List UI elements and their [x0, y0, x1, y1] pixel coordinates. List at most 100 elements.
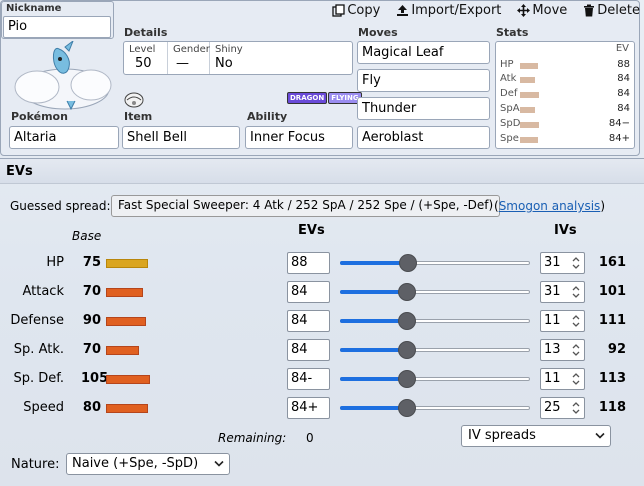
ev-input[interactable]: 84- — [287, 368, 330, 390]
stat-bar — [520, 77, 535, 83]
import-export-button[interactable]: Import/Export — [396, 1, 501, 19]
level-value: 50 — [135, 56, 152, 71]
base-stat-value: 75 — [82, 255, 101, 270]
delete-label: Delete — [597, 2, 640, 18]
stat-total: 101 — [598, 284, 626, 299]
smogon-analysis-link[interactable]: Smogon analysis — [499, 199, 601, 213]
base-header: Base — [72, 229, 102, 243]
ev-input[interactable]: 84+ — [287, 397, 330, 419]
stat-bar — [520, 92, 539, 98]
stat-bar — [520, 122, 539, 128]
item-label: Item — [124, 110, 153, 123]
stat-name: Sp. Def. — [13, 371, 64, 386]
base-stat-value: 105 — [81, 371, 109, 386]
ev-slider-thumb[interactable] — [398, 399, 416, 417]
set-panel: Nickname Pio Details Level 50 Gender — S… — [0, 0, 640, 156]
stat-ev: 84− — [608, 118, 630, 129]
item-input[interactable]: Shell Bell — [122, 126, 240, 149]
remaining-label: Remaining: — [218, 431, 287, 445]
move-input-2[interactable]: Fly — [357, 69, 490, 92]
stat-bar — [520, 63, 538, 69]
stats-summary-row: Def 84 — [496, 87, 634, 102]
stats-summary-row: Spe 84+ — [496, 132, 634, 147]
shiny-value: No — [215, 56, 233, 71]
stat-row: Defense 90 84 11 111 — [0, 308, 644, 337]
stat-name: HP — [46, 255, 64, 270]
ev-slider-thumb[interactable] — [398, 312, 416, 330]
evs-column-header: EVs — [298, 223, 325, 238]
iv-spinner-icon[interactable] — [571, 255, 581, 271]
clipboard-icon — [332, 3, 345, 17]
ev-input[interactable]: 84 — [287, 281, 330, 303]
ev-input[interactable]: 84 — [287, 310, 330, 332]
move-input-1[interactable]: Magical Leaf — [357, 41, 490, 64]
set-toolbar: Copy Import/Export Move Delete — [330, 1, 640, 19]
base-stat-bar — [106, 375, 150, 384]
stats-summary-row: SpA 84 — [496, 102, 634, 117]
iv-spinner-icon[interactable] — [571, 400, 581, 416]
stat-ev: 84+ — [608, 133, 630, 144]
copy-button[interactable]: Copy — [332, 1, 380, 19]
guessed-spread-button[interactable]: Fast Special Sweeper: 4 Atk / 252 SpA / … — [111, 195, 501, 217]
stat-total: 113 — [598, 371, 626, 386]
stat-row: Speed 80 84+ 25 118 — [0, 395, 644, 424]
ability-input[interactable]: Inner Focus — [245, 126, 353, 149]
delete-button[interactable]: Delete — [583, 1, 640, 19]
remaining-value: 0 — [306, 431, 314, 445]
nickname-label: Nickname — [6, 3, 62, 14]
details-field[interactable]: Level 50 Gender — Shiny No — [123, 41, 353, 75]
stat-total: 161 — [598, 255, 626, 270]
shiny-group: Shiny No — [210, 42, 354, 74]
ev-slider-thumb[interactable] — [399, 254, 417, 272]
stats-summary[interactable]: EV HP 88 Atk 84 Def 84 SpA 84 SpD 84− Spe 84+ — [495, 41, 635, 149]
ev-slider-fill — [340, 261, 408, 265]
base-stat-value: 70 — [82, 342, 101, 357]
nickname-input[interactable]: Pio — [3, 16, 111, 38]
level-group: Level 50 — [124, 42, 168, 74]
iv-spreads-select[interactable]: IV spreads — [461, 425, 611, 447]
ev-slider-thumb[interactable] — [398, 341, 416, 359]
ev-input[interactable]: 88 — [287, 252, 330, 274]
nature-select[interactable]: Naive (+Spe, -SpD) — [66, 453, 230, 475]
base-stat-bar — [106, 317, 146, 326]
stat-name: Spe — [500, 133, 519, 144]
base-stat-bar — [106, 346, 139, 355]
nature-label: Nature: — [11, 457, 60, 472]
ev-input[interactable]: 84 — [287, 339, 330, 361]
upload-icon — [397, 4, 409, 16]
smogon-analysis: (Smogon analysis) — [494, 199, 605, 213]
pokemon-sprite-icon[interactable] — [7, 39, 115, 115]
stat-total: 111 — [598, 313, 626, 328]
chevron-down-icon — [214, 460, 224, 467]
iv-spinner-icon[interactable] — [571, 342, 581, 358]
ev-slider-fill — [340, 319, 407, 323]
move-input-3[interactable]: Thunder — [357, 97, 490, 120]
copy-label: Copy — [347, 2, 381, 18]
smogon-close-paren: ) — [600, 199, 605, 213]
iv-spinner-icon[interactable] — [571, 284, 581, 300]
type-badge-dragon: DRAGON — [287, 92, 328, 104]
stat-name: Defense — [10, 313, 64, 328]
iv-spinner-icon[interactable] — [571, 371, 581, 387]
pokemon-input[interactable]: Altaria — [9, 126, 119, 149]
trash-icon — [584, 4, 595, 16]
iv-spinner-icon[interactable] — [571, 313, 581, 329]
stats-ev-header: EV — [615, 43, 629, 54]
move-arrows-icon — [517, 3, 531, 17]
gender-label: Gender — [173, 44, 210, 55]
ev-slider-fill — [340, 377, 407, 381]
nickname-group: Nickname Pio — [1, 1, 114, 39]
base-stat-bar — [106, 288, 143, 297]
ivs-column-header: IVs — [554, 223, 577, 238]
ev-slider-thumb[interactable] — [398, 370, 416, 388]
level-label: Level — [129, 44, 156, 55]
stats-label: Stats — [496, 26, 529, 39]
move-input-4[interactable]: Aeroblast — [357, 126, 490, 149]
gender-value: — — [176, 56, 189, 71]
stat-name: Attack — [22, 284, 64, 299]
ev-slider-fill — [340, 348, 407, 352]
stats-summary-row: SpD 84− — [496, 117, 634, 132]
stat-ev: 88 — [617, 59, 630, 70]
move-button[interactable]: Move — [517, 1, 567, 19]
ev-slider-thumb[interactable] — [398, 283, 416, 301]
